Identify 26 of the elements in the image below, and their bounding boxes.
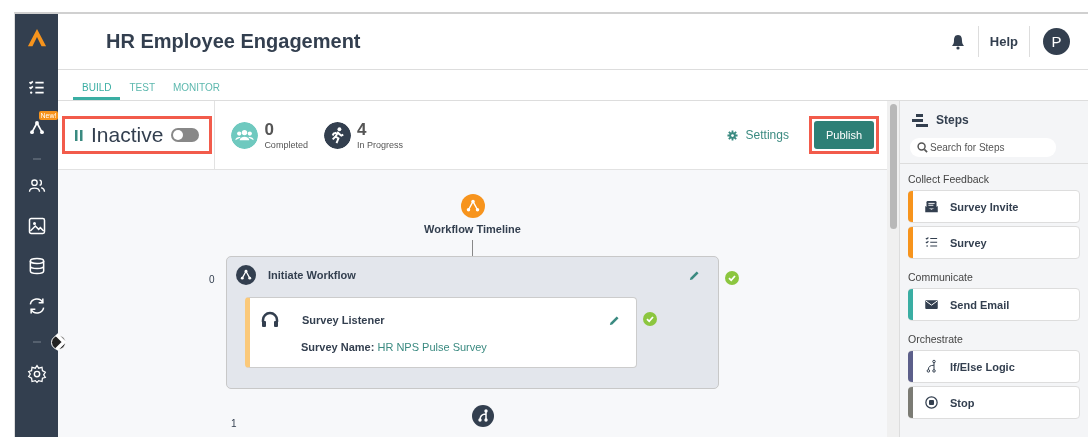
group-heading: Orchestrate: [907, 332, 964, 347]
stat-value: 0: [264, 120, 275, 140]
search-field[interactable]: Search for Steps: [910, 138, 1056, 157]
settings-link[interactable]: Settings: [720, 127, 795, 143]
step-item[interactable]: Survey Invite: [908, 190, 1080, 223]
app-title: HR Employee Engagement: [106, 30, 362, 53]
node-title: Initiate Workflow: [268, 269, 357, 281]
user-avatar[interactable]: P: [1043, 28, 1070, 55]
status-label: Inactive: [91, 123, 164, 147]
step-item[interactable]: Send Email: [908, 288, 1080, 321]
step-item[interactable]: Survey: [908, 226, 1080, 259]
help-button[interactable]: Help: [977, 26, 1030, 57]
group-heading: Communicate: [907, 270, 974, 285]
stat-label: Completed: [264, 140, 308, 150]
timeline-title: Workflow Timeline: [424, 223, 521, 235]
panel-title: Steps: [936, 113, 969, 127]
step-number: 1: [231, 418, 237, 429]
step-item[interactable]: If/Else Logic: [908, 350, 1080, 383]
step-item[interactable]: Stop: [908, 386, 1080, 419]
step-number: 0: [209, 274, 215, 285]
group-heading: Collect Feedback: [907, 172, 991, 187]
step-title: Survey Listener: [302, 314, 386, 326]
survey-name-text: Survey Name: HR NPS Pulse Survey: [301, 341, 488, 353]
stat-label: In Progress: [356, 140, 403, 150]
stat-value: 4: [356, 120, 368, 140]
publish-button[interactable]: Publish: [813, 121, 874, 149]
